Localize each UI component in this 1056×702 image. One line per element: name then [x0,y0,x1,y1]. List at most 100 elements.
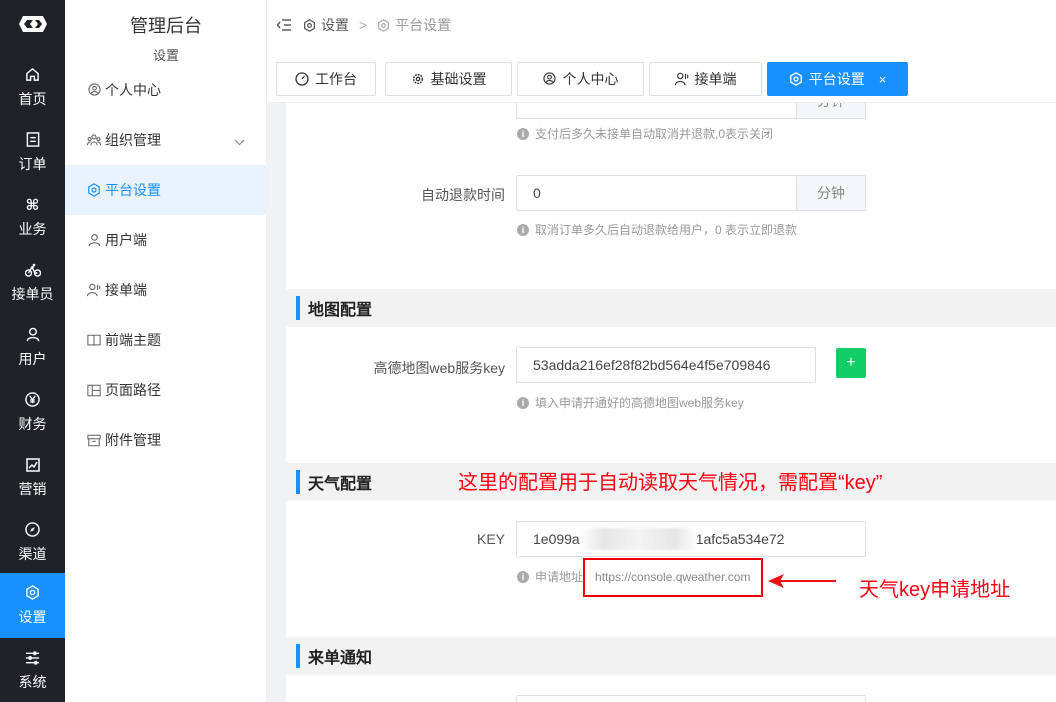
user-icon [25,327,41,343]
tab-workbench[interactable]: 工作台 [276,62,376,96]
page-tabs: 工作台 基础设置 个人中心 接单端 平台设置 × [267,50,1056,103]
annotation-headline: 这里的配置用于自动读取天气情况，需配置“key” [458,472,883,494]
rail-item-label: 营销 [18,480,47,497]
settings-icon [789,72,803,86]
submenu-item-label: 个人中心 [105,82,161,98]
app-logo[interactable] [0,0,65,48]
submenu-item-label: 页面路径 [105,382,161,398]
info-icon: i [517,223,529,236]
rail-item-settings[interactable]: 设置 [0,573,65,638]
tab-rider-client[interactable]: 接单端 [649,62,762,96]
submenu-item-label: 附件管理 [105,432,161,448]
bike-icon [24,262,41,278]
rail-item-label: 渠道 [18,545,47,562]
section-marker [296,470,300,494]
team-icon [87,133,101,147]
rail-item-orders[interactable]: 订单 [0,120,65,185]
rail-item-label: 设置 [18,608,47,625]
order-icon [25,132,41,148]
info-icon: i [517,396,529,409]
refund-time-input[interactable]: 0 [516,175,797,211]
submenu-item-profile[interactable]: 个人中心 [65,65,267,115]
tab-platform-settings[interactable]: 平台设置 × [767,62,908,96]
location-user-icon [543,72,557,86]
submenu-item-label: 平台设置 [105,182,161,198]
rider-icon [674,72,689,86]
chevron-down-icon [234,133,245,149]
rail-item-channels[interactable]: 渠道 [0,510,65,575]
auto-cancel-input[interactable] [516,103,797,119]
submenu-item-attachments[interactable]: 附件管理 [65,415,267,465]
admin-title: 管理后台 [130,16,202,36]
logo-icon [18,16,47,32]
tab-basic-settings[interactable]: 基础设置 [385,62,512,96]
add-key-button[interactable]: + [836,348,866,378]
submenu-item-label: 接单端 [105,282,147,298]
submenu-item-platform-settings[interactable]: 平台设置 [65,165,267,215]
annotation-arrow-note: 天气key申请地址 [859,579,1011,601]
dashboard-icon [295,72,309,86]
rail-item-finance[interactable]: 财务 [0,380,65,445]
weather-key-suffix: 1afc5a534e72 [695,531,785,547]
refund-time-unit: 分钟 [796,175,866,211]
close-tab-icon[interactable]: × [879,72,887,87]
annotation-arrow-icon [768,574,836,588]
submenu-item-label: 前端主题 [105,332,161,348]
breadcrumb-label: 设置 [321,17,349,33]
refund-time-hint: i 取消订单多久后自动退款给用户，0 表示立即退款 [517,221,797,238]
rail-item-home[interactable]: 首页 [0,55,65,120]
rail-item-label: 财务 [18,415,47,432]
submenu-item-rider-client[interactable]: 接单端 [65,265,267,315]
breadcrumb-item-settings[interactable]: 设置 [303,15,349,35]
weather-key-label: KEY [476,531,505,547]
rail-item-label: 订单 [18,155,47,172]
main-rail: 首页 订单 ⌘ 业务 接单员 用户 财务 营销 渠道 设置 系统 [0,0,65,702]
settings-icon [377,18,390,32]
amap-key-hint: i 填入申请开通好的高德地图web服务key [517,394,744,411]
notify-input[interactable] [516,695,866,702]
settings-icon [87,183,101,197]
submenu-item-page-routes[interactable]: 页面路径 [65,365,267,415]
amap-key-input[interactable]: 53adda216ef28f82bd564e4f5e709846 [516,347,816,383]
rail-item-users[interactable]: 用户 [0,315,65,380]
command-icon: ⌘ [25,196,40,214]
rail-item-label: 接单员 [11,285,54,302]
home-icon [25,67,41,83]
settings-submenu: 管理后台 设置 个人中心 组织管理 平台设置 用户端 接单端 前端主题 页面路径… [65,0,267,702]
submenu-item-organization[interactable]: 组织管理 [65,115,267,165]
tab-label: 平台设置 [808,71,865,87]
auto-cancel-hint: i 支付后多久未接单自动取消并退款,0表示关闭 [517,125,773,142]
weather-key-prefix: 1e099a [533,531,580,547]
breadcrumb-label: 平台设置 [395,17,452,33]
section-title: 天气配置 [308,476,373,493]
section-title: 地图配置 [308,302,373,319]
rail-item-riders[interactable]: 接单员 [0,250,65,315]
settings-form: 分钟 i 支付后多久未接单自动取消并退款,0表示关闭 自动退款时间 0 分钟 i… [267,103,1056,702]
rail-item-label: 用户 [18,350,47,367]
submenu-item-user-client[interactable]: 用户端 [65,215,267,265]
rail-item-label: 业务 [18,220,47,237]
gear-icon [411,72,425,86]
sliders-icon [25,650,41,666]
map-section-header: 地图配置 [286,289,1056,327]
yuan-icon [25,392,41,408]
rail-item-system[interactable]: 系统 [0,638,65,702]
rail-item-business[interactable]: ⌘ 业务 [0,185,65,250]
hint-text: 取消订单多久后自动退款给用户，0 表示立即退款 [535,223,798,237]
compass-icon [25,522,41,538]
tab-label: 个人中心 [562,71,619,87]
auto-cancel-unit: 分钟 [796,103,866,119]
tab-label: 工作台 [315,71,357,87]
submenu-item-theme[interactable]: 前端主题 [65,315,267,365]
book-icon [87,333,101,347]
amap-key-label: 高德地图web服务key [373,360,505,376]
submenu-item-label: 用户端 [105,232,147,248]
tab-label: 接单端 [694,71,737,87]
collapse-menu-icon[interactable] [277,19,291,31]
rail-item-marketing[interactable]: 营销 [0,445,65,510]
tab-personal-center[interactable]: 个人中心 [517,62,644,96]
settings-icon [25,585,41,601]
info-icon: i [517,127,529,140]
layout-icon [87,383,101,397]
refund-time-label: 自动退款时间 [421,187,505,203]
